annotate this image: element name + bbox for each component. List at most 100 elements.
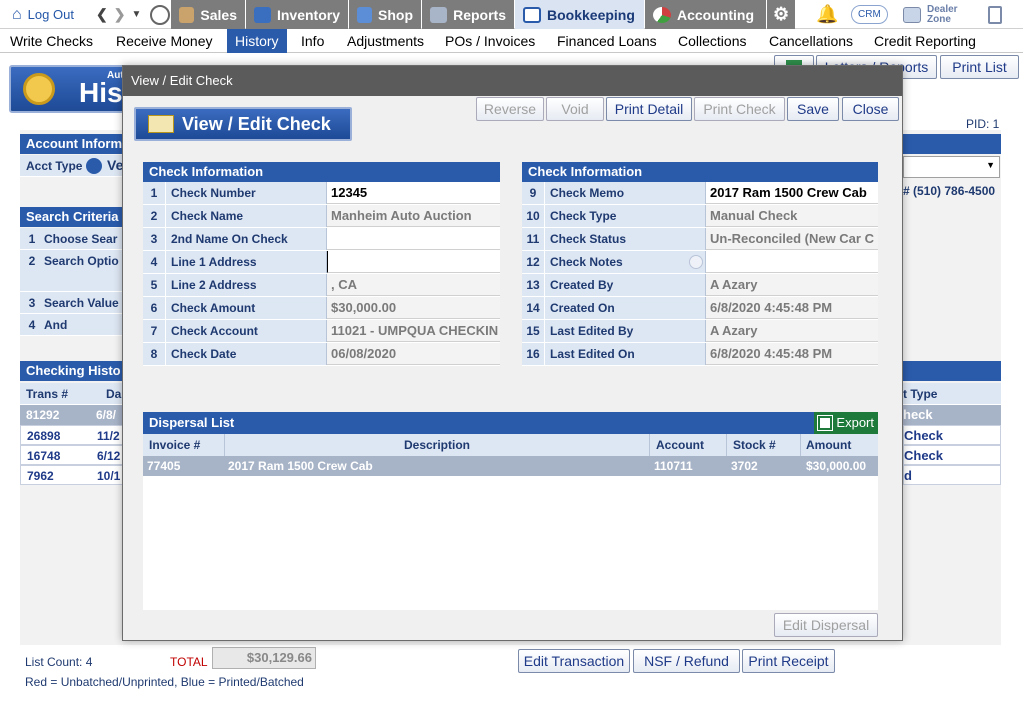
type-cell[interactable]: heck	[903, 405, 1001, 425]
tab-accounting[interactable]: Accounting	[645, 0, 766, 29]
check-account-field[interactable]: 11021 - UMPQUA CHECKIN	[327, 320, 500, 342]
acct-type-info-icon[interactable]	[86, 158, 102, 174]
menu-write-checks[interactable]: Write Checks	[6, 29, 97, 53]
table-row[interactable]: 77405 2017 Ram 1500 Crew Cab 110711 3702…	[143, 456, 878, 476]
menu-adjustments[interactable]: Adjustments	[343, 29, 428, 53]
history-rows-left: 81292 6/8/ 26898 11/2 16748 6/12 7962 10…	[20, 405, 124, 485]
edit-dispersal-button[interactable]: Edit Dispersal	[774, 613, 878, 637]
menu-pos-invoices[interactable]: POs / Invoices	[441, 29, 539, 53]
print-detail-button[interactable]: Print Detail	[606, 97, 692, 121]
trans-cell: 26898	[27, 429, 61, 443]
crm-button[interactable]: CRM	[843, 0, 896, 29]
check-memo-field[interactable]: 2017 Ram 1500 Crew Cab	[706, 182, 878, 204]
field-label: Check Notes	[545, 251, 706, 273]
account-select[interactable]: ▼	[903, 156, 1000, 178]
search-row-label: Choose Sear	[44, 232, 118, 246]
field-label: Created On	[545, 297, 706, 319]
notifications-button[interactable]: 🔔	[808, 0, 846, 29]
tab-reports[interactable]: Reports	[422, 0, 514, 29]
col-amount-header[interactable]: Amount	[801, 434, 878, 456]
acct-type-label: Acct Type	[26, 159, 83, 173]
tab-inventory[interactable]: Inventory	[246, 0, 348, 29]
col-type-header[interactable]: t Type	[903, 383, 1001, 405]
table-row[interactable]: 26898 11/2	[20, 425, 124, 445]
menu-credit-reporting[interactable]: Credit Reporting	[870, 29, 980, 53]
sub-menu-bar: Write Checks Receive Money History Info …	[0, 29, 1023, 53]
check-date-field[interactable]: 06/08/2020	[327, 343, 500, 365]
search-row-num: 4	[28, 318, 36, 332]
col-date-header[interactable]: Da	[80, 383, 121, 404]
type-cell[interactable]: Check	[903, 445, 1001, 465]
color-legend: Red = Unbatched/Unprinted, Blue = Printe…	[25, 675, 304, 689]
forward-arrow-icon[interactable]: ❯	[114, 6, 126, 23]
export-label: Export	[836, 415, 874, 430]
print-list-button[interactable]: Print List	[940, 55, 1019, 79]
col-stock-header[interactable]: Stock #	[727, 434, 801, 456]
col-invoice-header[interactable]: Invoice #	[143, 434, 225, 456]
dealer-zone-button[interactable]: Dealer Zone	[895, 0, 975, 29]
logout-link[interactable]: ⌂ Log Out	[4, 0, 82, 29]
dispersal-title: Dispersal List	[149, 415, 235, 430]
export-button[interactable]: Export	[814, 412, 878, 434]
check-notes-field[interactable]	[706, 251, 878, 273]
settings-button[interactable]: ⚙	[767, 0, 795, 29]
type-cell[interactable]: d	[903, 465, 1001, 485]
line2-address-field[interactable]: , CA	[327, 274, 500, 296]
type-cell[interactable]: Check	[903, 425, 1001, 445]
void-button[interactable]: Void	[546, 97, 604, 121]
close-button[interactable]: Close	[842, 97, 899, 121]
menu-info[interactable]: Info	[297, 29, 328, 53]
tab-sales-label: Sales	[200, 6, 237, 23]
table-row[interactable]: 16748 6/12	[20, 445, 124, 465]
history-column-headers: Trans # Da	[20, 383, 124, 405]
dropdown-arrow-icon[interactable]: ▼	[131, 9, 141, 20]
back-forward-nav[interactable]: ❮ ❯ ▼	[88, 0, 149, 29]
check-status-field[interactable]: Un-Reconciled (New Car C	[706, 228, 878, 250]
dialog-title-bar[interactable]: View / Edit Check	[123, 66, 902, 96]
save-button[interactable]: Save	[787, 97, 839, 121]
second-name-field[interactable]	[327, 228, 500, 250]
line1-address-field[interactable]	[327, 251, 500, 273]
field-label: Check Status	[545, 228, 706, 250]
row-number: 12	[522, 251, 545, 273]
check-type-field[interactable]: Manual Check	[706, 205, 878, 227]
tab-shop[interactable]: Shop	[349, 0, 421, 29]
field-label: Check Type	[545, 205, 706, 227]
check-name-field[interactable]: Manheim Auto Auction	[327, 205, 500, 227]
menu-financed-loans[interactable]: Financed Loans	[553, 29, 661, 53]
col-trans-header[interactable]: Trans #	[20, 383, 80, 404]
last-edited-by-row: 15 Last Edited By A Azary	[522, 320, 878, 343]
tab-bookkeeping[interactable]: Bookkeeping	[515, 0, 644, 29]
back-arrow-icon[interactable]: ❮	[96, 6, 108, 23]
chevron-down-icon[interactable]: ▼	[986, 160, 995, 170]
print-receipt-button[interactable]: Print Receipt	[742, 649, 835, 673]
print-check-button[interactable]: Print Check	[694, 97, 785, 121]
nsf-refund-button[interactable]: NSF / Refund	[633, 649, 740, 673]
check-amount-field[interactable]: $30,000.00	[327, 297, 500, 319]
reverse-button[interactable]: Reverse	[476, 97, 544, 121]
calculator-button[interactable]	[980, 0, 1010, 29]
bell-icon: 🔔	[816, 4, 839, 24]
notes-expand-icon[interactable]	[689, 255, 703, 269]
col-account-header[interactable]: Account	[650, 434, 727, 456]
check-info-left: Check Information 1 Check Number 12345 2…	[143, 162, 500, 366]
col-description-header[interactable]: Description	[225, 434, 650, 456]
row-number: 11	[522, 228, 545, 250]
menu-receive-money[interactable]: Receive Money	[112, 29, 217, 53]
field-label: Check Account	[166, 320, 327, 342]
field-label: 2nd Name On Check	[166, 228, 327, 250]
menu-history[interactable]: History	[227, 29, 287, 53]
tab-sales[interactable]: Sales	[171, 0, 245, 29]
trans-cell: 16748	[27, 449, 61, 463]
edit-transaction-button[interactable]: Edit Transaction	[518, 649, 630, 673]
home-icon: ⌂	[12, 5, 22, 23]
table-row[interactable]: 81292 6/8/	[20, 405, 124, 425]
history-rows-right: heck Check Check d	[903, 405, 1001, 485]
menu-collections[interactable]: Collections	[674, 29, 750, 53]
table-row[interactable]: 7962 10/1	[20, 465, 124, 485]
row-number: 1	[143, 182, 166, 204]
check-number-field[interactable]: 12345	[327, 182, 500, 204]
date-cell: 6/8/	[96, 408, 117, 422]
row-number: 4	[143, 251, 166, 273]
menu-cancellations[interactable]: Cancellations	[765, 29, 857, 53]
